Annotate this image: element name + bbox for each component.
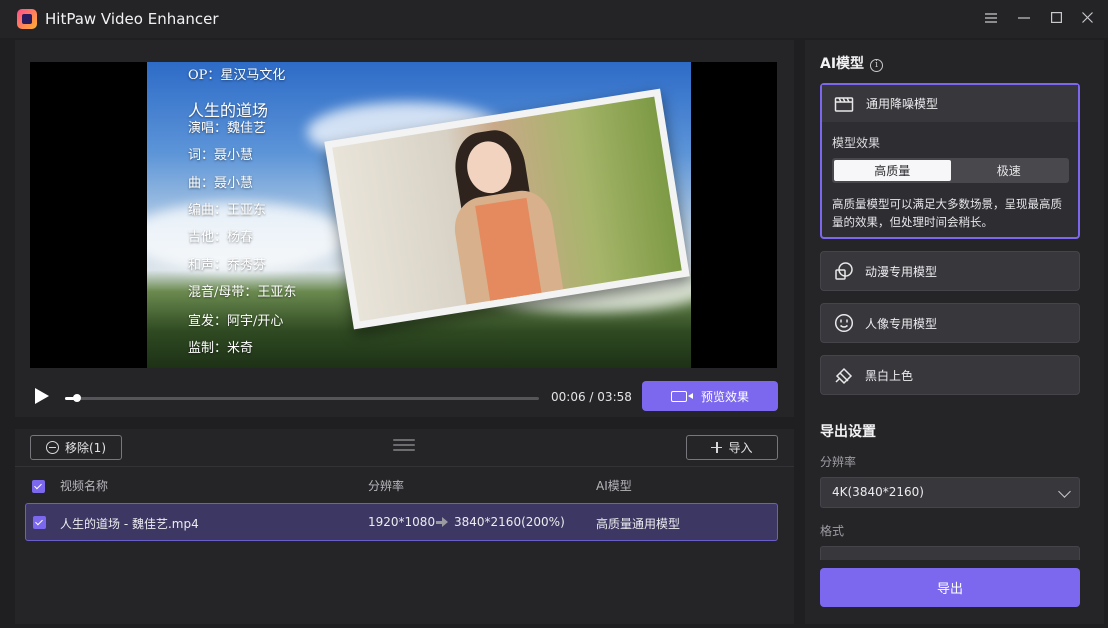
export-label: 导出 bbox=[936, 582, 963, 597]
model-effect-section: 模型效果 高质量 极速 高质量模型可以满足大多数场景，呈现最高质量的效果，但处理… bbox=[822, 122, 1078, 241]
list-toolbar: 移除(1) 导入 bbox=[15, 429, 794, 467]
model-name: 动漫专用模型 bbox=[865, 264, 938, 279]
current-time: 00:06 bbox=[551, 390, 586, 404]
preview-button[interactable]: 预览效果 bbox=[642, 381, 778, 411]
time-separator: / bbox=[589, 390, 594, 404]
select-all-checkbox[interactable] bbox=[32, 480, 45, 493]
model-name: 人像专用模型 bbox=[865, 316, 938, 331]
arrow-right-icon bbox=[436, 517, 448, 527]
column-header-model: AI模型 bbox=[596, 479, 632, 493]
file-name: 人生的道场 - 魏佳艺.mp4 bbox=[60, 517, 199, 531]
app-logo-icon bbox=[17, 9, 37, 29]
play-icon[interactable] bbox=[35, 388, 49, 404]
total-time: 03:58 bbox=[597, 390, 632, 404]
format-select[interactable] bbox=[820, 546, 1080, 560]
minus-circle-icon bbox=[46, 441, 59, 454]
target-resolution: 3840*2160(200%) bbox=[454, 515, 565, 529]
seek-bar[interactable] bbox=[65, 394, 539, 402]
face-icon bbox=[834, 313, 854, 333]
model-card-general[interactable]: 通用降噪模型 模型效果 高质量 极速 高质量模型可以满足大多数场景，呈现最高质量… bbox=[820, 83, 1080, 239]
credit-line: 编曲：王亚东 bbox=[188, 203, 267, 218]
source-resolution: 1920*1080 bbox=[368, 515, 436, 529]
effect-option-high-quality[interactable]: 高质量 bbox=[834, 160, 951, 181]
model-card-colorize[interactable]: 黑白上色 bbox=[820, 355, 1080, 395]
import-button[interactable]: 导入 bbox=[686, 435, 778, 460]
menu-icon[interactable] bbox=[980, 8, 1002, 30]
playback-controls: 00:06 / 03:58 预览效果 bbox=[15, 378, 794, 418]
model-card-header[interactable]: 黑白上色 bbox=[821, 356, 1079, 394]
credit-line: 宣发：阿宇/开心 bbox=[188, 314, 284, 329]
effect-toggle: 高质量 极速 bbox=[832, 158, 1069, 183]
maximize-icon[interactable] bbox=[1045, 8, 1067, 30]
column-header-resolution: 分辨率 bbox=[368, 479, 405, 493]
video-camera-icon bbox=[670, 390, 693, 402]
panel-resize-handle[interactable] bbox=[393, 439, 415, 455]
video-preview[interactable]: OP：星汉马文化 人生的道场 演唱：魏佳艺 词：聂小慧 曲：聂小慧 编曲：王亚东… bbox=[30, 62, 777, 368]
close-icon[interactable] bbox=[1076, 8, 1098, 30]
model-name: 通用降噪模型 bbox=[866, 97, 939, 111]
model-card-anime[interactable]: 动漫专用模型 bbox=[820, 251, 1080, 291]
credit-line: 词：聂小慧 bbox=[188, 148, 254, 163]
title-bar: HitPaw Video Enhancer bbox=[0, 0, 1108, 38]
resolution-select[interactable]: 4K(3840*2160) bbox=[820, 477, 1080, 508]
anime-shapes-icon bbox=[835, 262, 853, 280]
effect-label: 模型效果 bbox=[832, 136, 881, 150]
preview-label: 预览效果 bbox=[700, 389, 749, 404]
app-title: HitPaw Video Enhancer bbox=[45, 10, 219, 28]
app-window: HitPaw Video Enhancer OP：星汉马文化 人生的道场 演唱：… bbox=[0, 0, 1108, 628]
file-list-panel: 移除(1) 导入 视频名称 分辨率 AI模型 人生的道场 - 魏佳艺.mp4 1… bbox=[15, 429, 794, 624]
export-button[interactable]: 导出 bbox=[820, 568, 1080, 607]
video-frame: OP：星汉马文化 人生的道场 演唱：魏佳艺 词：聂小慧 曲：聂小慧 编曲：王亚东… bbox=[147, 62, 691, 368]
player-panel: OP：星汉马文化 人生的道场 演唱：魏佳艺 词：聂小慧 曲：聂小慧 编曲：王亚东… bbox=[15, 40, 794, 417]
table-row[interactable]: 人生的道场 - 魏佳艺.mp4 1920*1080 3840*2160(200%… bbox=[25, 503, 778, 541]
model-name: 黑白上色 bbox=[865, 368, 914, 383]
row-model: 高质量通用模型 bbox=[596, 517, 681, 531]
credit-line: 吉他：杨春 bbox=[188, 230, 254, 245]
model-card-header[interactable]: 动漫专用模型 bbox=[821, 252, 1079, 290]
model-description: 高质量模型可以满足大多数场景，呈现最高质量的效果，但处理时间会稍长。 bbox=[832, 197, 1062, 229]
export-settings-title: 导出设置 bbox=[820, 424, 876, 440]
remove-label: 移除(1) bbox=[65, 441, 106, 455]
credit-line: 混音/母带：王亚东 bbox=[188, 285, 297, 300]
model-card-portrait[interactable]: 人像专用模型 bbox=[820, 303, 1080, 343]
ai-model-heading: AI模型 i bbox=[820, 53, 884, 73]
model-card-header[interactable]: 人像专用模型 bbox=[821, 304, 1079, 342]
credit-line: 监制：米奇 bbox=[188, 341, 254, 356]
minimize-icon[interactable] bbox=[1013, 8, 1035, 30]
model-card-header[interactable]: 通用降噪模型 bbox=[822, 85, 1078, 122]
credit-line: 曲：聂小慧 bbox=[188, 176, 254, 191]
credit-line: 和声：乔秀芬 bbox=[188, 258, 267, 273]
ai-model-title: AI模型 bbox=[820, 56, 865, 72]
credit-line: 演唱：魏佳艺 bbox=[188, 121, 267, 136]
clapperboard-icon bbox=[834, 97, 854, 112]
time-display: 00:06 / 03:58 bbox=[551, 390, 632, 404]
seek-thumb[interactable] bbox=[73, 394, 82, 402]
import-label: 导入 bbox=[728, 441, 753, 455]
settings-panel: AI模型 i 通用降噪模型 模型效果 高质量 极速 高质量模型可以满足大多数场景，… bbox=[805, 40, 1104, 624]
credit-line: OP：星汉马文化 bbox=[188, 68, 286, 83]
effect-option-fast[interactable]: 极速 bbox=[951, 160, 1068, 181]
format-label: 格式 bbox=[820, 524, 845, 538]
resolution-label: 分辨率 bbox=[820, 455, 857, 469]
chevron-down-icon bbox=[1058, 485, 1071, 498]
row-checkbox[interactable] bbox=[33, 516, 46, 529]
resolution-value: 4K(3840*2160) bbox=[832, 485, 924, 499]
remove-button[interactable]: 移除(1) bbox=[30, 435, 122, 460]
column-header-name: 视频名称 bbox=[60, 479, 109, 493]
paint-bucket-icon bbox=[835, 367, 853, 385]
plus-icon bbox=[711, 442, 723, 453]
info-icon[interactable]: i bbox=[870, 59, 884, 72]
